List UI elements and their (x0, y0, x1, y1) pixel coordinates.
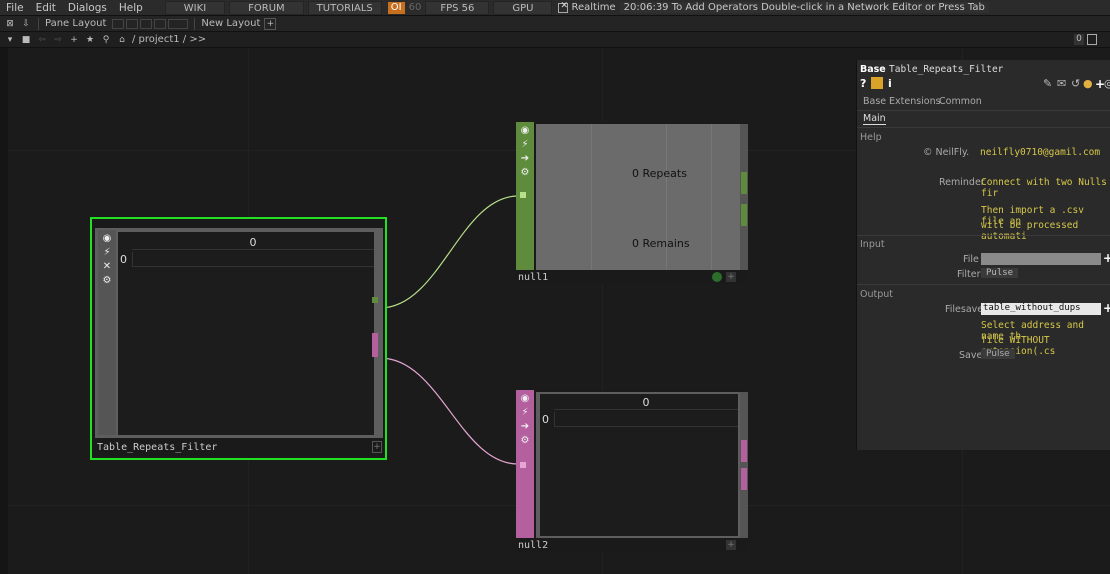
target-icon[interactable]: ◎ (1104, 77, 1110, 90)
divider (857, 127, 1110, 128)
column-divider (711, 124, 712, 270)
node-expand-icon[interactable]: + (372, 441, 382, 453)
filesave-browse-icon[interactable]: + (1103, 301, 1110, 315)
bypass-icon[interactable]: ◉ (521, 393, 530, 405)
python-help-icon[interactable] (871, 77, 883, 89)
remains-count: 0 Remains (632, 237, 690, 250)
filesave-field[interactable]: table_without_dups (981, 303, 1101, 315)
table-header-cell: 0 (132, 236, 374, 250)
input-connector-green[interactable] (520, 192, 526, 198)
help-question-icon[interactable]: ? (860, 77, 866, 90)
node-name[interactable]: null1 (518, 272, 548, 283)
file-label: File (963, 254, 979, 265)
node-name[interactable]: null2 (518, 540, 548, 551)
input-connector-pink[interactable] (520, 462, 526, 468)
output-connector-green[interactable] (741, 172, 747, 194)
page-main[interactable]: Main (863, 113, 886, 125)
wrench-icon[interactable]: ⚙ (521, 167, 530, 179)
divider (857, 235, 1110, 236)
output-connector-pink[interactable] (372, 333, 378, 357)
reminder-line-1: Connect with two Nulls fir (981, 177, 1107, 199)
parameter-panel: Base Table_Repeats_Filter ? i ✎ ✉ ↺ ● + … (856, 60, 1110, 450)
output-connector-pink[interactable] (741, 468, 747, 490)
output-connector-pink[interactable] (741, 440, 747, 462)
output-connector-green[interactable] (741, 204, 747, 226)
tab-common[interactable]: Common (939, 96, 982, 107)
divider (857, 110, 1110, 111)
bypass-icon[interactable]: ◉ (521, 125, 530, 137)
dat-viewer: 0 Repeats 0 Remains (536, 124, 740, 270)
python-icon[interactable]: ● (1083, 77, 1093, 90)
file-browse-icon[interactable]: + (1103, 251, 1110, 265)
repeats-count: 0 Repeats (632, 167, 687, 180)
op-name[interactable]: Table_Repeats_Filter (889, 64, 1003, 75)
node-toolstrip: ◉ ⚡ ✕ ⚙ (98, 230, 116, 435)
output-connector-green[interactable] (372, 297, 378, 303)
table-viewer: 0 0 (540, 394, 738, 536)
filter-label: Filter (957, 269, 981, 280)
node-side-strip (740, 124, 748, 270)
wire-green (379, 195, 519, 309)
filter-pulse-button[interactable]: Pulse (981, 268, 1019, 278)
section-input: Input (860, 239, 885, 250)
column-divider (591, 124, 592, 270)
lock-icon[interactable]: ⚡ (521, 407, 528, 419)
node-expand-icon[interactable]: + (726, 272, 736, 282)
tab-extensions[interactable]: Extensions (889, 96, 941, 107)
reset-icon[interactable]: ↺ (1071, 77, 1080, 90)
pencil-icon[interactable]: ✎ (1043, 77, 1052, 90)
lock-icon[interactable]: ⚡ (103, 247, 110, 259)
save-pulse-button[interactable]: Pulse (981, 349, 1015, 359)
node-null2[interactable]: ◉ ⚡ ➔ ⚙ 0 0 null2 + (516, 390, 748, 552)
table-header-cell: 0 (554, 396, 738, 410)
node-null1[interactable]: ◉ ⚡ ➔ ⚙ 0 Repeats 0 Remains null1 + (516, 122, 748, 284)
arrow-right-icon[interactable]: ➔ (521, 421, 529, 433)
wrench-icon[interactable]: ⚙ (521, 435, 530, 447)
wire-pink (379, 357, 519, 465)
viewer-active-icon[interactable] (712, 272, 722, 282)
node-side-strip (740, 392, 748, 538)
node-name[interactable]: Table_Repeats_Filter (97, 442, 217, 453)
table-cell (132, 252, 374, 267)
filesave-label: Filesave (945, 304, 984, 315)
reminder-label: Reminder (939, 177, 985, 188)
node-expand-icon[interactable]: + (726, 540, 736, 550)
section-output: Output (860, 289, 893, 300)
section-help: Help (860, 132, 882, 143)
wrench-icon[interactable]: ⚙ (103, 275, 112, 287)
author-email: neilfly0710@gamil.com (980, 147, 1101, 158)
save-label: Save (959, 350, 983, 361)
file-field[interactable] (981, 253, 1101, 265)
bypass-icon[interactable]: ◉ (103, 233, 112, 245)
op-type-label: Base (860, 64, 886, 75)
table-row-index: 0 (542, 413, 549, 426)
copyright-text: © NeilFly. (923, 147, 970, 158)
node-table-repeats-filter[interactable]: ◉ ⚡ ✕ ⚙ 0 0 Table_Repeats_Filter + (90, 217, 387, 460)
table-row-index: 0 (120, 253, 127, 266)
divider (857, 284, 1110, 285)
table-cell (554, 412, 738, 427)
comment-icon[interactable]: ✉ (1057, 77, 1066, 90)
reminder-line-3: will be processed automati (981, 220, 1079, 242)
tab-base[interactable]: Base (863, 96, 886, 107)
table-viewer: 0 0 (118, 232, 374, 435)
info-icon[interactable]: i (888, 77, 892, 90)
close-icon[interactable]: ✕ (103, 261, 111, 273)
arrow-right-icon[interactable]: ➔ (521, 153, 529, 165)
lock-icon[interactable]: ⚡ (521, 139, 528, 151)
